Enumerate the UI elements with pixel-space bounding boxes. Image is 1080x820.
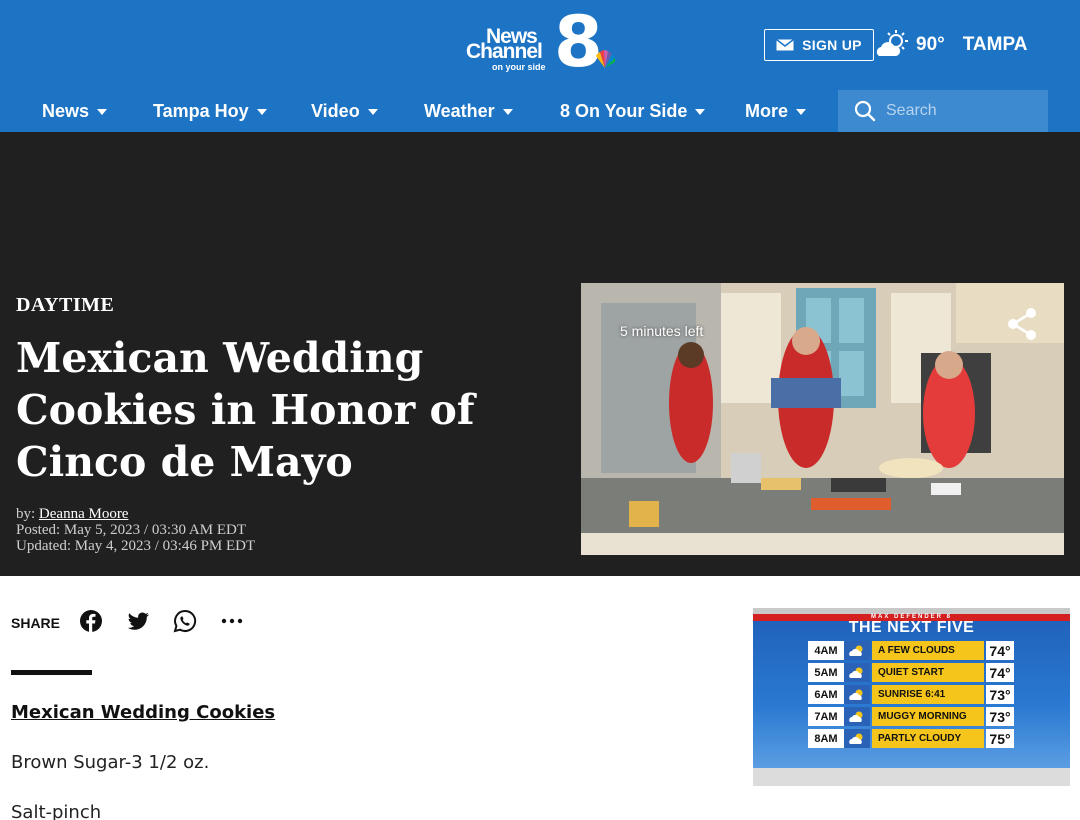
forecast-condition: MUGGY MORNING	[872, 707, 984, 726]
nav-item-news[interactable]: News	[42, 90, 108, 132]
signup-label: SIGN UP	[802, 37, 862, 53]
forecast-time: 6AM	[808, 685, 844, 704]
forecast-row: 5AM QUIET START 74°	[808, 663, 1014, 682]
forecast-condition: QUIET START	[872, 663, 984, 682]
nav-label: News	[42, 100, 90, 121]
section-label[interactable]: DAYTIME	[16, 294, 114, 317]
forecast-condition: A FEW CLOUDS	[872, 641, 984, 660]
forecast-temp: 75°	[986, 729, 1014, 748]
chevron-down-icon	[695, 109, 706, 115]
chevron-down-icon	[796, 109, 807, 115]
video-player[interactable]: 5 minutes left	[581, 283, 1064, 555]
nav-label: Tampa Hoy	[153, 100, 249, 121]
content-divider	[11, 670, 92, 675]
chevron-down-icon	[502, 109, 513, 115]
weather-forecast-ad[interactable]: MAX DEFENDER 8 THE NEXT FIVE 4AM A FEW C…	[753, 608, 1070, 786]
more-share-button[interactable]	[219, 608, 245, 634]
nav-label: Weather	[424, 100, 495, 121]
weather-widget[interactable]: 90° TAMPA	[874, 20, 1027, 70]
search-input[interactable]	[886, 102, 1036, 120]
ingredient-line: Salt-pinch	[11, 802, 102, 820]
forecast-row: 7AM MUGGY MORNING 73°	[808, 707, 1014, 726]
signup-button[interactable]: SIGN UP	[764, 29, 874, 61]
recipe-title: Mexican Wedding Cookies	[11, 702, 276, 723]
more-icon	[221, 618, 243, 624]
share-label: SHARE	[11, 615, 61, 631]
forecast-row: 6AM SUNRISE 6:41 73°	[808, 685, 1014, 704]
logo-tagline: on your side	[492, 62, 546, 72]
forecast-temp: 74°	[986, 641, 1014, 660]
nav-item-video[interactable]: Video	[311, 90, 378, 132]
forecast-condition: PARTLY CLOUDY	[872, 729, 984, 748]
ad-title: THE NEXT FIVE	[848, 619, 975, 636]
forecast-time: 4AM	[808, 641, 844, 660]
partly-cloudy-icon	[844, 685, 870, 704]
whatsapp-share-button[interactable]	[172, 608, 198, 634]
partly-cloudy-icon	[844, 641, 870, 660]
forecast-row: 8AM PARTLY CLOUDY 75°	[808, 729, 1014, 748]
partly-cloudy-icon	[844, 729, 870, 748]
forecast-temp: 73°	[986, 685, 1014, 704]
weather-temperature: 90°	[916, 34, 945, 55]
posted-date: Posted: May 5, 2023 / 03:30 AM EDT	[16, 522, 247, 538]
ingredient-line: Brown Sugar-3 1/2 oz.	[11, 752, 210, 773]
forecast-time: 8AM	[808, 729, 844, 748]
nav-item-8-on-your-side[interactable]: 8 On Your Side	[560, 90, 706, 132]
site-header: News Channel on your side 8 SIGN UP 90° …	[0, 0, 1080, 132]
byline-prefix: by:	[16, 506, 36, 522]
twitter-icon	[127, 612, 150, 630]
video-time-left: 5 minutes left	[620, 323, 704, 339]
forecast-temp: 74°	[986, 663, 1014, 682]
forecast-condition: SUNRISE 6:41	[872, 685, 984, 704]
peacock-icon	[596, 50, 616, 68]
nav-item-more[interactable]: More	[745, 90, 807, 132]
envelope-icon	[776, 39, 795, 51]
weather-city: TAMPA	[962, 34, 1028, 55]
partly-cloudy-icon	[844, 707, 870, 726]
updated-date: Updated: May 4, 2023 / 03:46 PM EDT	[16, 538, 256, 554]
forecast-temp: 73°	[986, 707, 1014, 726]
facebook-icon	[80, 610, 103, 632]
author-link[interactable]: Deanna Moore	[39, 506, 129, 522]
article-meta: by: Deanna Moore Posted: May 5, 2023 / 0…	[16, 506, 255, 554]
share-icon[interactable]	[1003, 305, 1041, 343]
nav-label: Video	[311, 100, 360, 121]
share-bar: SHARE	[11, 604, 266, 638]
byline: by: Deanna Moore	[16, 506, 255, 522]
forecast-time: 7AM	[808, 707, 844, 726]
chevron-down-icon	[256, 109, 267, 115]
chevron-down-icon	[367, 109, 378, 115]
logo-numeral: 8	[554, 1, 603, 83]
whatsapp-icon	[173, 609, 197, 633]
chevron-down-icon	[97, 109, 108, 115]
site-logo[interactable]: News Channel on your side 8	[462, 2, 622, 82]
logo-text-channel: Channel	[466, 40, 543, 63]
twitter-share-button[interactable]	[125, 608, 151, 634]
partly-cloudy-icon	[844, 663, 870, 682]
forecast-row: 4AM A FEW CLOUDS 74°	[808, 641, 1014, 660]
search-icon	[854, 100, 876, 122]
nav-label: 8 On Your Side	[560, 100, 688, 121]
facebook-share-button[interactable]	[78, 608, 104, 634]
partly-sunny-icon	[876, 30, 908, 56]
nav-item-tampa-hoy[interactable]: Tampa Hoy	[153, 90, 267, 132]
search-box[interactable]	[838, 90, 1048, 132]
nav-item-weather[interactable]: Weather	[424, 90, 513, 132]
ad-bottom-bar	[753, 768, 1070, 786]
article-title: Mexican Wedding Cookies in Honor of Cinc…	[16, 334, 475, 486]
nav-label: More	[745, 100, 789, 121]
forecast-time: 5AM	[808, 663, 844, 682]
